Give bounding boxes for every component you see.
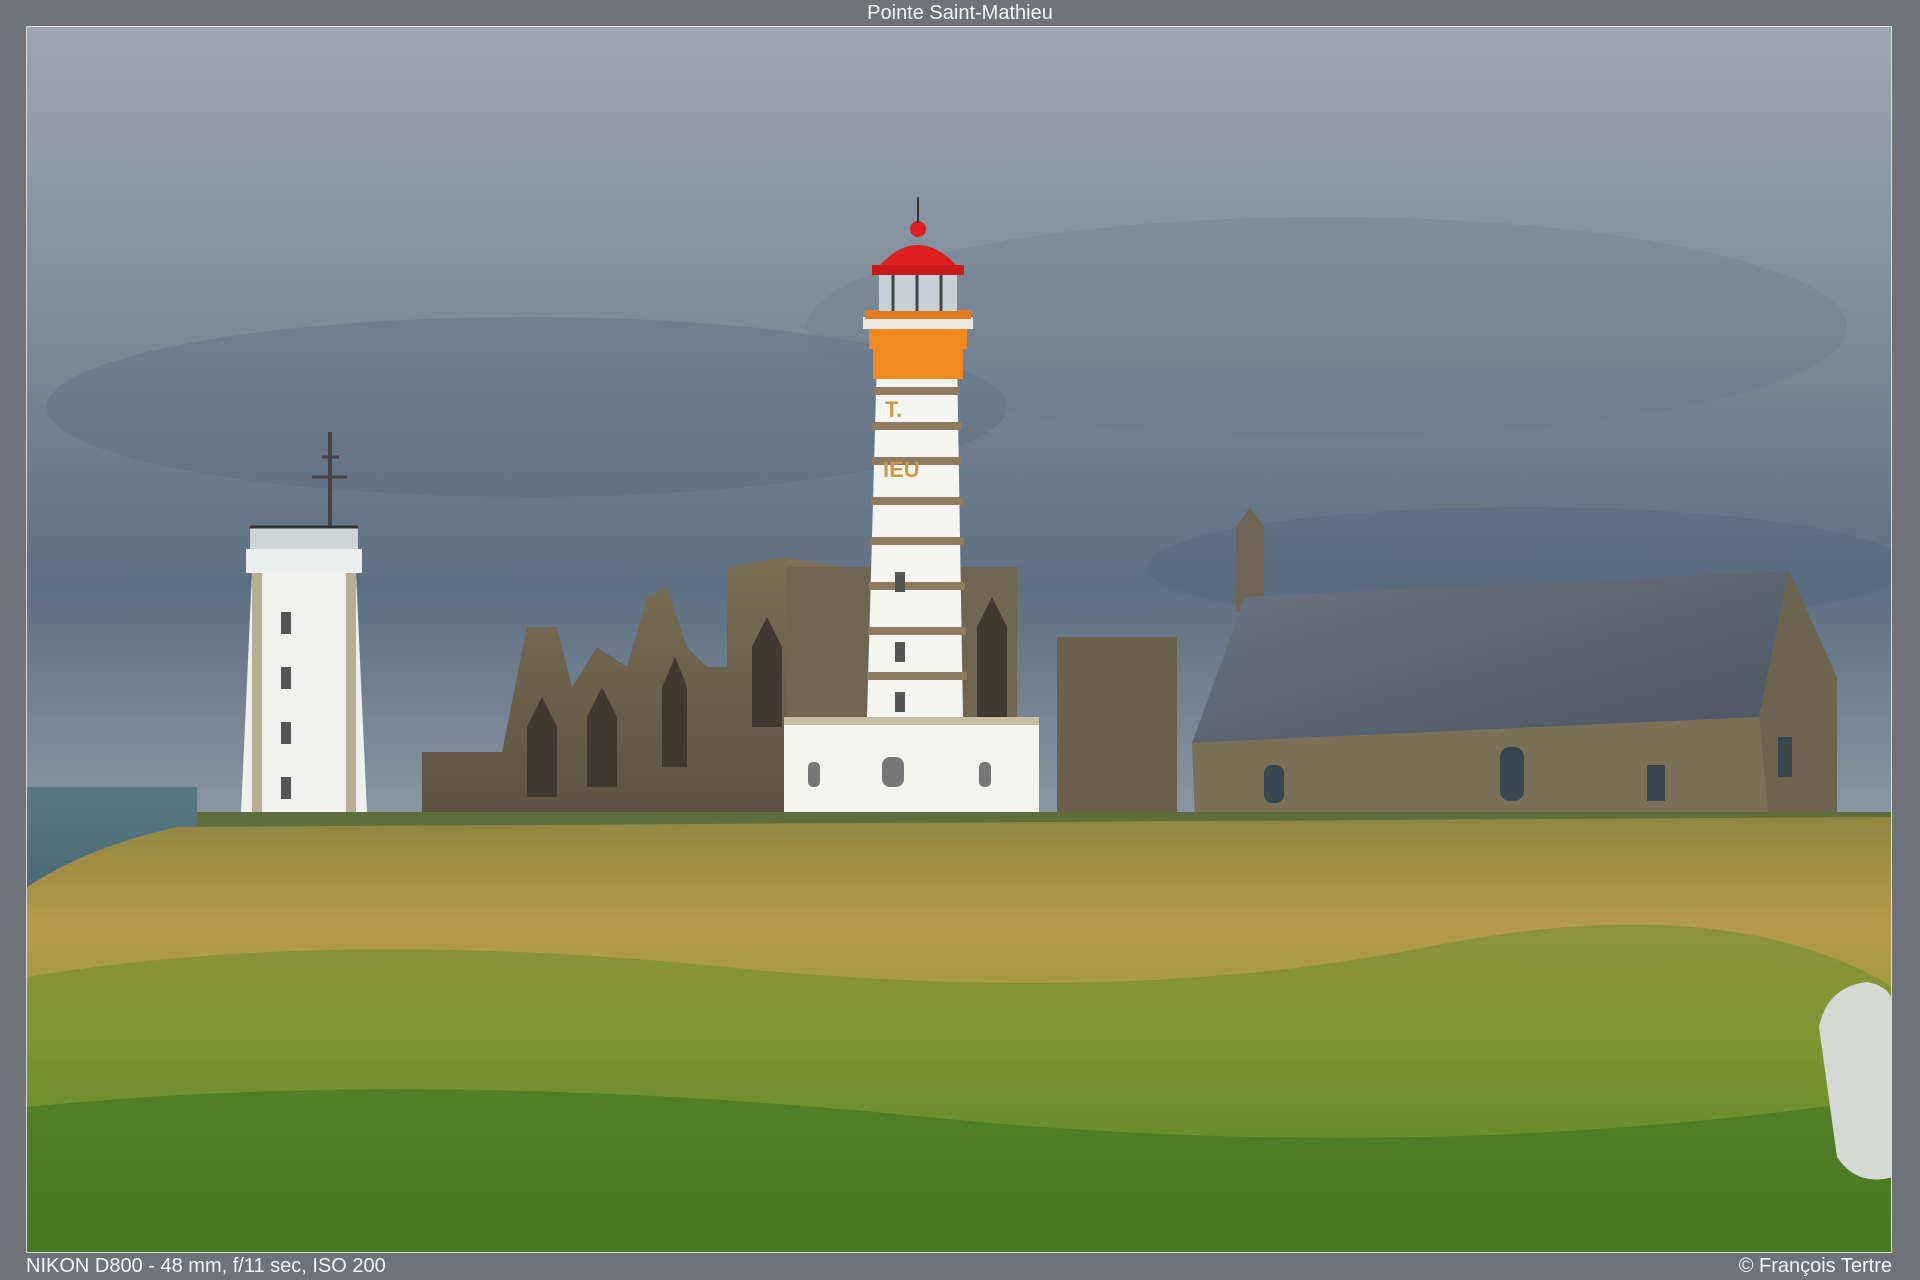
exif-info: NIKON D800 - 48 mm, f/11 sec, ISO 200 bbox=[26, 1255, 386, 1277]
lighthouse-text-1: T. bbox=[885, 397, 902, 422]
lighthouse-text-2: IEU bbox=[883, 457, 920, 482]
photo-frame: T. IEU bbox=[26, 26, 1892, 1253]
copyright: © François Tertre bbox=[1738, 1255, 1892, 1277]
caption-bar: NIKON D800 - 48 mm, f/11 sec, ISO 200 © … bbox=[26, 1253, 1892, 1280]
photo-title: Pointe Saint-Mathieu bbox=[867, 2, 1053, 24]
photo: T. IEU bbox=[27, 27, 1891, 1252]
